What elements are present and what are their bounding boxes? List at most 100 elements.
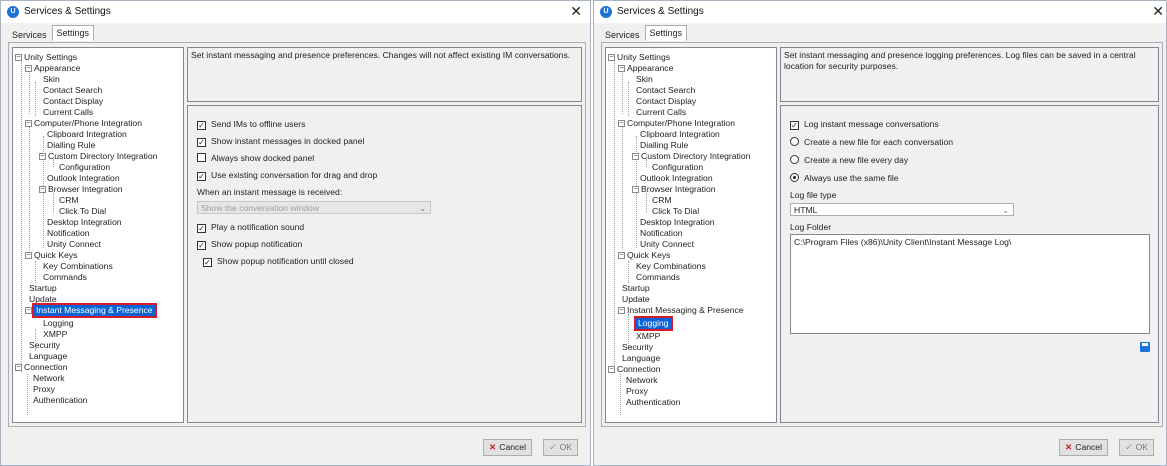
tree-item-custom-directory[interactable]: Custom Directory Integration xyxy=(48,151,157,162)
tree-item-startup[interactable]: Startup xyxy=(29,283,57,294)
tree-item-connection[interactable]: Connection xyxy=(24,362,67,373)
tab-services[interactable]: Services xyxy=(600,27,645,43)
tree-item-unity-connect[interactable]: Unity Connect xyxy=(640,239,694,250)
collapse-icon[interactable]: − xyxy=(608,366,615,374)
collapse-icon[interactable]: − xyxy=(618,120,625,128)
collapse-icon[interactable]: − xyxy=(39,186,46,194)
collapse-icon[interactable]: − xyxy=(39,153,46,161)
collapse-icon[interactable]: − xyxy=(15,54,22,62)
cancel-button[interactable]: ✕ Cancel xyxy=(1059,439,1108,456)
cancel-button[interactable]: ✕ Cancel xyxy=(483,439,532,456)
tree-item-commands[interactable]: Commands xyxy=(636,272,680,283)
checkbox-show-popup[interactable]: ✓ xyxy=(197,241,206,250)
tree-item-desktop[interactable]: Desktop Integration xyxy=(640,217,715,228)
settings-tree[interactable]: − Unity Settings − Appearance Skin Contact… xyxy=(12,47,184,423)
tree-item-key-combinations[interactable]: Key Combinations xyxy=(43,261,113,272)
tree-item-cpi[interactable]: Computer/Phone Integration xyxy=(34,118,142,129)
tree-item-proxy[interactable]: Proxy xyxy=(626,386,648,397)
tree-item-outlook[interactable]: Outlook Integration xyxy=(47,173,120,184)
tree-item-language[interactable]: Language xyxy=(29,351,67,362)
tree-item-contact-search[interactable]: Contact Search xyxy=(636,85,695,96)
radio-new-file-day[interactable] xyxy=(790,155,799,164)
tree-item-appearance[interactable]: Appearance xyxy=(627,63,673,74)
tree-item-skin[interactable]: Skin xyxy=(43,74,60,85)
tree-item-outlook[interactable]: Outlook Integration xyxy=(640,173,713,184)
tree-item-contact-display[interactable]: Contact Display xyxy=(43,96,103,107)
tree-item-custom-directory[interactable]: Custom Directory Integration xyxy=(641,151,750,162)
collapse-icon[interactable]: − xyxy=(618,252,625,260)
tree-item-clipboard[interactable]: Clipboard Integration xyxy=(640,129,720,140)
collapse-icon[interactable]: − xyxy=(25,252,32,260)
tree-item-unity-connect[interactable]: Unity Connect xyxy=(47,239,101,250)
collapse-icon[interactable]: − xyxy=(25,307,32,315)
tree-item-xmpp[interactable]: XMPP xyxy=(636,331,660,342)
tree-item-unity-settings[interactable]: Unity Settings xyxy=(24,52,77,63)
radio-new-file-each[interactable] xyxy=(790,137,799,146)
tree-item-skin[interactable]: Skin xyxy=(636,74,653,85)
tree-item-xmpp[interactable]: XMPP xyxy=(43,329,67,340)
checkbox-play-sound[interactable]: ✓ xyxy=(197,224,206,233)
tree-item-im-presence[interactable]: Instant Messaging & Presence xyxy=(32,303,157,318)
tree-item-update[interactable]: Update xyxy=(29,294,57,305)
checkbox-show-docked[interactable]: ✓ xyxy=(197,138,206,147)
tree-item-authentication[interactable]: Authentication xyxy=(33,395,87,406)
collapse-icon[interactable]: − xyxy=(15,364,22,372)
tree-item-network[interactable]: Network xyxy=(33,373,65,384)
tree-item-commands[interactable]: Commands xyxy=(43,272,87,283)
tree-item-security[interactable]: Security xyxy=(29,340,60,351)
tree-item-notification[interactable]: Notification xyxy=(640,228,683,239)
tree-item-authentication[interactable]: Authentication xyxy=(626,397,680,408)
collapse-icon[interactable]: − xyxy=(608,54,615,62)
tree-item-clipboard[interactable]: Clipboard Integration xyxy=(47,129,127,140)
collapse-icon[interactable]: − xyxy=(25,120,32,128)
log-folder-field[interactable]: C:\Program Files (x86)\Unity Client\Inst… xyxy=(790,234,1150,334)
ok-button[interactable]: ✓ OK xyxy=(1119,439,1154,456)
tree-item-current-calls[interactable]: Current Calls xyxy=(43,107,93,118)
tree-item-configuration[interactable]: Configuration xyxy=(652,162,703,173)
select-when-received[interactable]: Show the conversation window ⌄ xyxy=(197,201,431,214)
checkbox-existing-conversation[interactable]: ✓ xyxy=(197,172,206,181)
radio-same-file[interactable] xyxy=(790,173,799,182)
checkbox-log-conversations[interactable]: ✓ xyxy=(790,121,799,130)
tree-item-language[interactable]: Language xyxy=(622,353,660,364)
collapse-icon[interactable]: − xyxy=(618,307,625,315)
tree-item-contact-search[interactable]: Contact Search xyxy=(43,85,102,96)
collapse-icon[interactable]: − xyxy=(25,65,32,73)
tree-item-quick-keys[interactable]: Quick Keys xyxy=(34,250,77,261)
tab-settings[interactable]: Settings xyxy=(51,25,95,41)
tree-item-notification[interactable]: Notification xyxy=(47,228,90,239)
tree-item-browser[interactable]: Browser Integration xyxy=(641,184,716,195)
tree-item-browser[interactable]: Browser Integration xyxy=(48,184,123,195)
settings-tree[interactable]: − Unity Settings − Appearance Skin Contact… xyxy=(605,47,777,423)
tree-item-cpi[interactable]: Computer/Phone Integration xyxy=(627,118,735,129)
tree-item-appearance[interactable]: Appearance xyxy=(34,63,80,74)
tree-item-crm[interactable]: CRM xyxy=(652,195,672,206)
collapse-icon[interactable]: − xyxy=(632,153,639,161)
tree-item-click-to-dial[interactable]: Click To Dial xyxy=(652,206,699,217)
tree-item-unity-settings[interactable]: Unity Settings xyxy=(617,52,670,63)
tree-item-configuration[interactable]: Configuration xyxy=(59,162,110,173)
checkbox-popup-until-closed[interactable]: ✓ xyxy=(203,258,212,267)
tree-item-logging[interactable]: Logging xyxy=(43,318,74,329)
tree-item-startup[interactable]: Startup xyxy=(622,283,650,294)
tree-item-current-calls[interactable]: Current Calls xyxy=(636,107,686,118)
tree-item-click-to-dial[interactable]: Click To Dial xyxy=(59,206,106,217)
tree-item-quick-keys[interactable]: Quick Keys xyxy=(627,250,670,261)
tree-item-logging[interactable]: Logging xyxy=(634,316,673,331)
select-log-file-type[interactable]: HTML ⌄ xyxy=(790,203,1014,216)
ok-button[interactable]: ✓ OK xyxy=(543,439,578,456)
tree-item-key-combinations[interactable]: Key Combinations xyxy=(636,261,706,272)
close-icon[interactable]: ✕ xyxy=(1152,3,1164,20)
checkbox-send-offline[interactable]: ✓ xyxy=(197,121,206,130)
tree-item-connection[interactable]: Connection xyxy=(617,364,660,375)
close-icon[interactable]: ✕ xyxy=(570,3,582,20)
save-icon[interactable] xyxy=(1140,342,1150,352)
collapse-icon[interactable]: − xyxy=(632,186,639,194)
tree-item-network[interactable]: Network xyxy=(626,375,658,386)
tree-item-crm[interactable]: CRM xyxy=(59,195,79,206)
tree-item-contact-display[interactable]: Contact Display xyxy=(636,96,696,107)
tree-item-security[interactable]: Security xyxy=(622,342,653,353)
tree-item-update[interactable]: Update xyxy=(622,294,650,305)
tab-services[interactable]: Services xyxy=(7,27,52,43)
tree-item-dialling[interactable]: Dialling Rule xyxy=(640,140,688,151)
